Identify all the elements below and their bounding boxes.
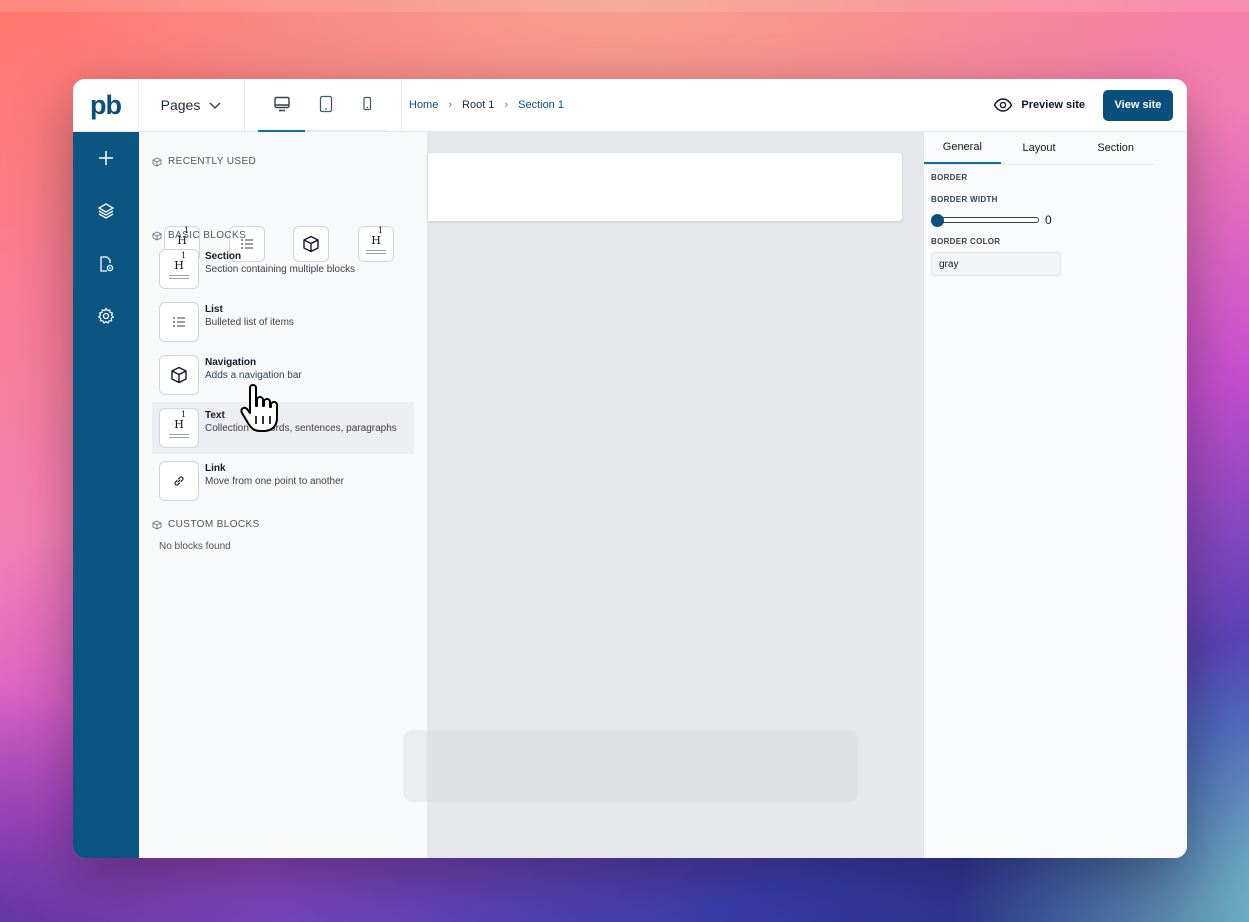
plus-icon	[99, 151, 113, 165]
custom-blocks-header: CUSTOM BLOCKS	[152, 519, 260, 530]
block-title: List	[205, 304, 223, 315]
block-title: Link	[205, 463, 226, 474]
tab-general[interactable]: General	[924, 132, 1001, 164]
eye-icon	[994, 98, 1013, 112]
device-switcher	[245, 79, 402, 132]
editor-canvas[interactable]	[403, 132, 923, 858]
chevron-right-icon: ›	[504, 99, 509, 111]
block-title: Text	[205, 410, 225, 421]
block-description: Adds a navigation bar	[205, 370, 302, 381]
media-overlay	[403, 730, 858, 802]
settings-panel: General Layout Section BORDER BORDER WID…	[923, 132, 1187, 858]
breadcrumb-home[interactable]: Home	[409, 99, 438, 111]
left-rail	[73, 132, 139, 858]
border-heading: BORDER	[931, 173, 968, 182]
recently-used-label: RECENTLY USED	[168, 156, 257, 167]
page-settings-button[interactable]	[94, 252, 118, 276]
settings-button[interactable]	[94, 304, 118, 328]
breadcrumb-root[interactable]: Root 1	[462, 99, 494, 111]
preview-site-label: Preview site	[1021, 99, 1085, 111]
page-settings-icon	[100, 256, 114, 272]
desktop-icon	[273, 96, 290, 112]
tab-layout[interactable]: Layout	[1001, 132, 1078, 164]
layers-button[interactable]	[94, 199, 118, 223]
cube-icon	[152, 519, 162, 530]
recently-used-header: RECENTLY USED	[152, 156, 256, 167]
hand-cursor-icon	[240, 384, 278, 432]
cube-icon	[152, 230, 162, 241]
block-icon	[159, 355, 199, 395]
desktop-menubar	[0, 0, 1249, 12]
app-window: pb Pages Home › Root 1 › Section 1 Previ…	[73, 79, 1187, 858]
border-width-label: BORDER WIDTH	[931, 195, 998, 204]
preview-site-button[interactable]: Preview site	[993, 98, 1085, 112]
mobile-icon	[363, 96, 372, 111]
heading-icon: H1	[169, 251, 189, 279]
basic-blocks-label: BASIC BLOCKS	[168, 230, 247, 241]
tablet-icon	[319, 95, 333, 113]
canvas-section-block[interactable]	[428, 153, 902, 221]
desktop-view-button[interactable]	[258, 79, 305, 132]
block-icon	[159, 302, 199, 342]
custom-blocks-label: CUSTOM BLOCKS	[168, 519, 260, 530]
block-description: Bulleted list of items	[205, 317, 294, 328]
tab-section[interactable]: Section	[1077, 132, 1154, 164]
breadcrumb: Home › Root 1 › Section 1	[402, 99, 564, 111]
tablet-view-button[interactable]	[305, 79, 347, 132]
link-icon	[174, 476, 184, 486]
blocks-panel: RECENTLY USED H1 H1 BASIC BLOCKS H1 Sect…	[139, 132, 428, 858]
block-list[interactable]: List Bulleted list of items	[152, 296, 414, 348]
block-icon	[159, 461, 199, 501]
layers-icon	[97, 203, 115, 219]
border-width-slider-thumb[interactable]	[931, 214, 944, 227]
gear-icon	[97, 307, 115, 324]
logo[interactable]: pb	[73, 79, 139, 132]
chevron-right-icon: ›	[448, 99, 453, 111]
block-description: Move from one point to another	[205, 476, 344, 487]
cube-icon	[152, 156, 162, 167]
block-link[interactable]: Link Move from one point to another	[152, 455, 414, 507]
top-bar: pb Pages Home › Root 1 › Section 1 Previ…	[73, 79, 1187, 132]
settings-tabs: General Layout Section	[924, 132, 1154, 165]
pages-dropdown-label: Pages	[160, 97, 201, 113]
view-site-button[interactable]: View site	[1103, 89, 1173, 121]
block-description: Collection of words, sentences, paragrap…	[205, 423, 397, 434]
block-title: Navigation	[205, 357, 257, 368]
cube-icon	[171, 366, 187, 384]
list-icon	[173, 317, 185, 327]
top-bar-actions: Preview site View site	[993, 89, 1187, 121]
chevron-down-icon	[209, 102, 221, 110]
border-width-value: 0	[1045, 213, 1052, 227]
basic-blocks-header: BASIC BLOCKS	[152, 230, 246, 241]
breadcrumb-section[interactable]: Section 1	[518, 99, 564, 111]
heading-icon: H1	[169, 410, 189, 438]
border-width-slider[interactable]	[937, 217, 1039, 223]
border-color-label: BORDER COLOR	[931, 237, 1001, 246]
block-icon: H1	[159, 408, 199, 448]
mobile-view-button[interactable]	[347, 79, 387, 132]
pages-dropdown[interactable]: Pages	[139, 79, 245, 132]
block-description: Section containing multiple blocks	[205, 264, 356, 275]
add-block-button[interactable]	[94, 146, 118, 170]
block-icon: H1	[159, 249, 199, 289]
block-title: Section	[205, 251, 242, 262]
border-color-field[interactable]: gray	[931, 252, 1061, 276]
block-section[interactable]: H1 Section Section containing multiple b…	[152, 243, 414, 295]
custom-blocks-empty: No blocks found	[159, 541, 231, 552]
